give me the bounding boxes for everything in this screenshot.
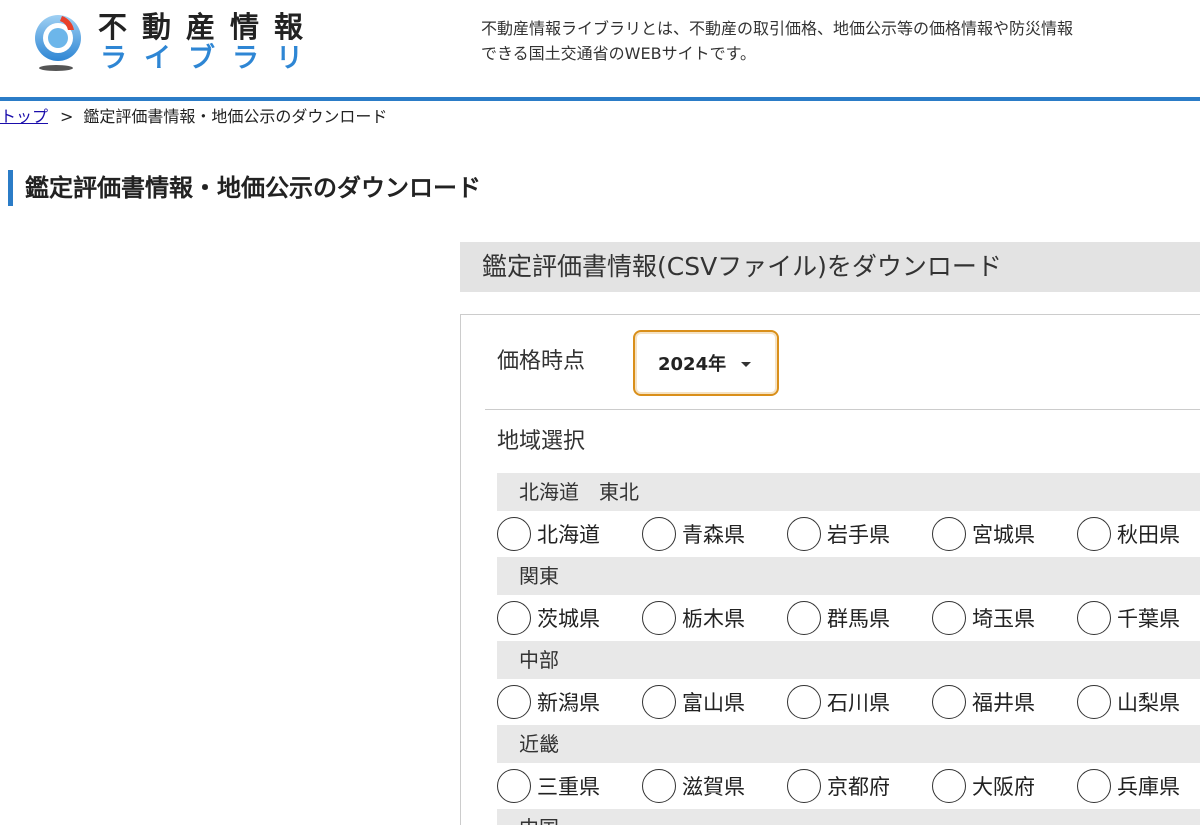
prefecture-option[interactable]: 兵庫県 [1077, 767, 1180, 805]
breadcrumb-home-link[interactable]: トップ [0, 107, 48, 126]
price-date-label: 価格時点 [497, 349, 586, 374]
section-title: 鑑定評価書情報(CSVファイル)をダウンロード [460, 242, 1200, 292]
prefecture-label: 埼玉県 [972, 607, 1035, 631]
prefecture-option[interactable]: 青森県 [642, 515, 745, 553]
header-divider [0, 97, 1200, 101]
breadcrumb-separator: > [60, 107, 74, 126]
region-group: 近畿三重県 滋賀県 京都府 大阪府 兵庫県 [497, 725, 1200, 809]
prefecture-label: 山梨県 [1117, 691, 1180, 715]
prefecture-option[interactable]: 秋田県 [1077, 515, 1180, 553]
prefecture-label: 岩手県 [827, 523, 890, 547]
prefecture-option[interactable]: 福井県 [932, 683, 1035, 721]
prefecture-option[interactable]: 群馬県 [787, 599, 890, 637]
prefecture-list: 茨城県 栃木県 群馬県 埼玉県 千葉県 [497, 595, 1200, 641]
chevron-down-icon [741, 362, 751, 367]
prefecture-label: 青森県 [682, 523, 745, 547]
logo-subtitle: ライブラリ [100, 43, 320, 74]
region-select-label: 地域選択 [497, 429, 586, 454]
region-group-header: 近畿 [497, 725, 1200, 763]
page-title: 鑑定評価書情報・地価公示のダウンロード [8, 170, 481, 206]
prefecture-option[interactable]: 石川県 [787, 683, 890, 721]
prefecture-radio[interactable] [497, 769, 531, 803]
region-group: 中部新潟県 富山県 石川県 福井県 山梨県 [497, 641, 1200, 725]
prefecture-radio[interactable] [932, 517, 966, 551]
prefecture-label: 宮城県 [972, 523, 1035, 547]
prefecture-label: 兵庫県 [1117, 775, 1180, 799]
prefecture-option[interactable]: 京都府 [787, 767, 890, 805]
region-group: 関東茨城県 栃木県 群馬県 埼玉県 千葉県 [497, 557, 1200, 641]
prefecture-radio[interactable] [642, 517, 676, 551]
prefecture-radio[interactable] [787, 601, 821, 635]
prefecture-radio[interactable] [932, 601, 966, 635]
prefecture-label: 滋賀県 [682, 775, 745, 799]
site-description-line1: 不動産情報ライブラリとは、不動産の取引価格、地価公示等の価格情報や防災情報 [481, 19, 1074, 38]
prefecture-option[interactable]: 茨城県 [497, 599, 600, 637]
prefecture-radio[interactable] [642, 769, 676, 803]
prefecture-list: 新潟県 富山県 石川県 福井県 山梨県 [497, 679, 1200, 725]
prefecture-radio[interactable] [1077, 517, 1111, 551]
prefecture-radio[interactable] [787, 685, 821, 719]
price-date-select[interactable]: 2024年 [633, 330, 779, 396]
prefecture-list: 三重県 滋賀県 京都府 大阪府 兵庫県 [497, 763, 1200, 809]
prefecture-option[interactable]: 新潟県 [497, 683, 600, 721]
prefecture-radio[interactable] [497, 685, 531, 719]
prefecture-list: 北海道 青森県 岩手県 宮城県 秋田県 [497, 511, 1200, 557]
region-group-header: 中国 [497, 809, 1200, 825]
prefecture-option[interactable]: 埼玉県 [932, 599, 1035, 637]
logo-title: 不動産情報 [98, 10, 319, 44]
prefecture-option[interactable]: 山梨県 [1077, 683, 1180, 721]
prefecture-option[interactable]: 富山県 [642, 683, 745, 721]
prefecture-radio[interactable] [1077, 685, 1111, 719]
prefecture-label: 茨城県 [537, 607, 600, 631]
site-header: 不動産情報 ライブラリ 不動産情報ライブラリとは、不動産の取引価格、地価公示等の… [0, 0, 1200, 97]
region-group-header: 関東 [497, 557, 1200, 595]
logo-emblem-icon [30, 12, 88, 74]
prefecture-label: 群馬県 [827, 607, 890, 631]
prefecture-radio[interactable] [497, 601, 531, 635]
prefecture-radio[interactable] [787, 517, 821, 551]
prefecture-label: 大阪府 [972, 775, 1035, 799]
prefecture-label: 石川県 [827, 691, 890, 715]
prefecture-radio[interactable] [1077, 769, 1111, 803]
site-description: 不動産情報ライブラリとは、不動産の取引価格、地価公示等の価格情報や防災情報 でき… [481, 16, 1200, 66]
prefecture-label: 福井県 [972, 691, 1035, 715]
prefecture-label: 富山県 [682, 691, 745, 715]
prefecture-option[interactable]: 岩手県 [787, 515, 890, 553]
prefecture-radio[interactable] [642, 601, 676, 635]
prefecture-label: 北海道 [537, 523, 600, 547]
breadcrumb: トップ > 鑑定評価書情報・地価公示のダウンロード [0, 106, 387, 128]
prefecture-option[interactable]: 北海道 [497, 515, 600, 553]
prefecture-option[interactable]: 大阪府 [932, 767, 1035, 805]
prefecture-radio[interactable] [642, 685, 676, 719]
price-date-row: 価格時点 2024年 [485, 315, 1200, 410]
prefecture-option[interactable]: 栃木県 [642, 599, 745, 637]
site-logo[interactable]: 不動産情報 ライブラリ [30, 8, 330, 78]
prefecture-radio[interactable] [497, 517, 531, 551]
prefecture-radio[interactable] [932, 685, 966, 719]
download-form-panel: 価格時点 2024年 地域選択 北海道 東北 北海道 青森県 岩手県 宮城県 秋田県 関東茨… [460, 314, 1200, 825]
prefecture-label: 秋田県 [1117, 523, 1180, 547]
price-date-select-value: 2024年 [658, 354, 727, 375]
prefecture-label: 新潟県 [537, 691, 600, 715]
region-group-header: 中部 [497, 641, 1200, 679]
prefecture-radio[interactable] [1077, 601, 1111, 635]
breadcrumb-current: 鑑定評価書情報・地価公示のダウンロード [83, 107, 388, 126]
prefecture-radio[interactable] [787, 769, 821, 803]
region-group-header: 北海道 東北 [497, 473, 1200, 511]
prefecture-label: 三重県 [537, 775, 600, 799]
prefecture-label: 京都府 [827, 775, 890, 799]
site-description-line2: できる国土交通省のWEBサイトです。 [481, 44, 756, 63]
prefecture-option[interactable]: 三重県 [497, 767, 600, 805]
region-group: 中国 [497, 809, 1200, 825]
prefecture-option[interactable]: 宮城県 [932, 515, 1035, 553]
prefecture-label: 栃木県 [682, 607, 745, 631]
prefecture-label: 千葉県 [1117, 607, 1180, 631]
prefecture-option[interactable]: 千葉県 [1077, 599, 1180, 637]
prefecture-radio[interactable] [932, 769, 966, 803]
region-group: 北海道 東北北海道 青森県 岩手県 宮城県 秋田県 [497, 473, 1200, 557]
prefecture-option[interactable]: 滋賀県 [642, 767, 745, 805]
